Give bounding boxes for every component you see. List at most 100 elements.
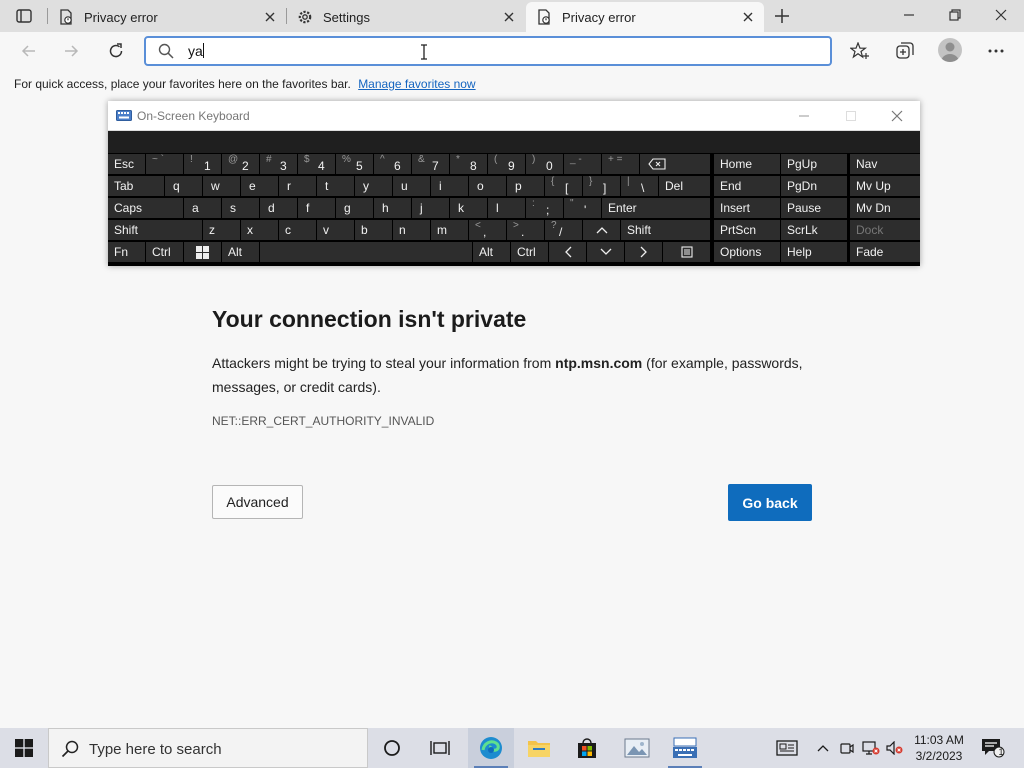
advanced-button[interactable]: Advanced (212, 485, 303, 519)
start-button[interactable] (0, 728, 48, 768)
key-minus[interactable]: _ - (564, 154, 601, 174)
key-g[interactable]: g (336, 198, 373, 218)
close-window-button[interactable] (978, 0, 1024, 30)
osk-title-bar[interactable]: On-Screen Keyboard (108, 101, 920, 131)
key-close-bracket[interactable]: }] (583, 176, 620, 196)
key-j[interactable]: j (412, 198, 449, 218)
key-backslash[interactable]: | \ (621, 176, 658, 196)
taskbar-photos[interactable] (614, 728, 660, 768)
key-mv-dn[interactable]: Mv Dn (850, 198, 920, 218)
cortana-button[interactable] (372, 728, 412, 768)
key-enter[interactable]: Enter (602, 198, 710, 218)
taskbar-file-explorer[interactable] (516, 728, 562, 768)
key-u[interactable]: u (393, 176, 430, 196)
key-9[interactable]: (9 (488, 154, 525, 174)
key-fn[interactable]: Fn (108, 242, 145, 262)
key-esc[interactable]: Esc (108, 154, 145, 174)
osk-minimize-button[interactable] (794, 107, 814, 125)
key-h[interactable]: h (374, 198, 411, 218)
key-menu[interactable] (663, 242, 710, 262)
minimize-button[interactable] (886, 0, 932, 30)
key-tilde[interactable]: ~ ` (146, 154, 183, 174)
key-nav[interactable]: Nav (850, 154, 920, 174)
key-open-bracket[interactable]: {[ (545, 176, 582, 196)
key-mv-up[interactable]: Mv Up (850, 176, 920, 196)
key-options[interactable]: Options (714, 242, 780, 262)
task-view-button[interactable] (420, 728, 460, 768)
key-1[interactable]: ! 1 (184, 154, 221, 174)
collections-button[interactable] (892, 38, 918, 64)
key-8[interactable]: * 8 (450, 154, 487, 174)
key-prtscn[interactable]: PrtScn (714, 220, 780, 240)
key-x[interactable]: x (241, 220, 278, 240)
manage-favorites-link[interactable]: Manage favorites now (358, 77, 475, 91)
refresh-button[interactable] (103, 38, 129, 64)
key-ctrl-right[interactable]: Ctrl (511, 242, 548, 262)
key-ctrl-left[interactable]: Ctrl (146, 242, 183, 262)
taskbar-edge[interactable] (468, 728, 514, 768)
key-pgup[interactable]: PgUp (781, 154, 847, 174)
key-up-arrow[interactable] (583, 220, 620, 240)
key-down-arrow[interactable] (587, 242, 624, 262)
new-tab-button[interactable] (770, 4, 794, 28)
key-r[interactable]: r (279, 176, 316, 196)
key-z[interactable]: z (203, 220, 240, 240)
key-t[interactable]: t (317, 176, 354, 196)
forward-nav-button[interactable] (58, 38, 84, 64)
tab-actions-button[interactable] (8, 6, 40, 26)
key-caps[interactable]: Caps (108, 198, 183, 218)
meet-now-button[interactable] (838, 728, 856, 768)
tab-privacy-error-1[interactable]: Privacy error (48, 2, 286, 32)
osk-close-button[interactable] (887, 107, 907, 125)
key-f[interactable]: f (298, 198, 335, 218)
back-nav-button[interactable] (16, 38, 42, 64)
key-slash[interactable]: ? / (545, 220, 582, 240)
key-backspace[interactable] (640, 154, 710, 174)
taskbar-osk-app[interactable] (662, 728, 708, 768)
key-m[interactable]: m (431, 220, 468, 240)
key-v[interactable]: v (317, 220, 354, 240)
go-back-button[interactable]: Go back (728, 484, 812, 521)
close-tab-icon[interactable] (740, 9, 756, 25)
key-equals[interactable]: + = (602, 154, 639, 174)
close-tab-icon[interactable] (262, 9, 278, 25)
restore-button[interactable] (932, 0, 978, 30)
taskbar-search-box[interactable]: Type here to search (48, 728, 368, 768)
key-del[interactable]: Del (659, 176, 710, 196)
key-period[interactable]: >. (507, 220, 544, 240)
key-y[interactable]: y (355, 176, 392, 196)
key-pause[interactable]: Pause (781, 198, 847, 218)
address-input-value[interactable]: ya (188, 43, 204, 59)
key-s[interactable]: s (222, 198, 259, 218)
address-bar[interactable]: ya (144, 36, 832, 66)
profile-avatar[interactable] (938, 38, 962, 62)
key-i[interactable]: i (431, 176, 468, 196)
key-alt-right[interactable]: Alt (473, 242, 510, 262)
key-shift-right[interactable]: Shift (621, 220, 710, 240)
key-5[interactable]: % 5 (336, 154, 373, 174)
close-tab-icon[interactable] (501, 9, 517, 25)
key-e[interactable]: e (241, 176, 278, 196)
key-space[interactable] (260, 242, 472, 262)
settings-more-button[interactable] (983, 38, 1009, 64)
key-help[interactable]: Help (781, 242, 847, 262)
key-7[interactable]: & 7 (412, 154, 449, 174)
key-q[interactable]: q (165, 176, 202, 196)
key-2[interactable]: @2 (222, 154, 259, 174)
key-fade[interactable]: Fade (850, 242, 920, 262)
key-insert[interactable]: Insert (714, 198, 780, 218)
key-quote[interactable]: " ' (564, 198, 601, 218)
key-home[interactable]: Home (714, 154, 780, 174)
network-status-button[interactable] (860, 728, 882, 768)
key-d[interactable]: d (260, 198, 297, 218)
key-k[interactable]: k (450, 198, 487, 218)
key-c[interactable]: c (279, 220, 316, 240)
key-comma[interactable]: <, (469, 220, 506, 240)
key-pgdn[interactable]: PgDn (781, 176, 847, 196)
key-left-arrow[interactable] (549, 242, 586, 262)
key-windows[interactable] (184, 242, 221, 262)
key-tab[interactable]: Tab (108, 176, 164, 196)
key-4[interactable]: $4 (298, 154, 335, 174)
key-n[interactable]: n (393, 220, 430, 240)
tab-settings[interactable]: Settings (287, 2, 525, 32)
